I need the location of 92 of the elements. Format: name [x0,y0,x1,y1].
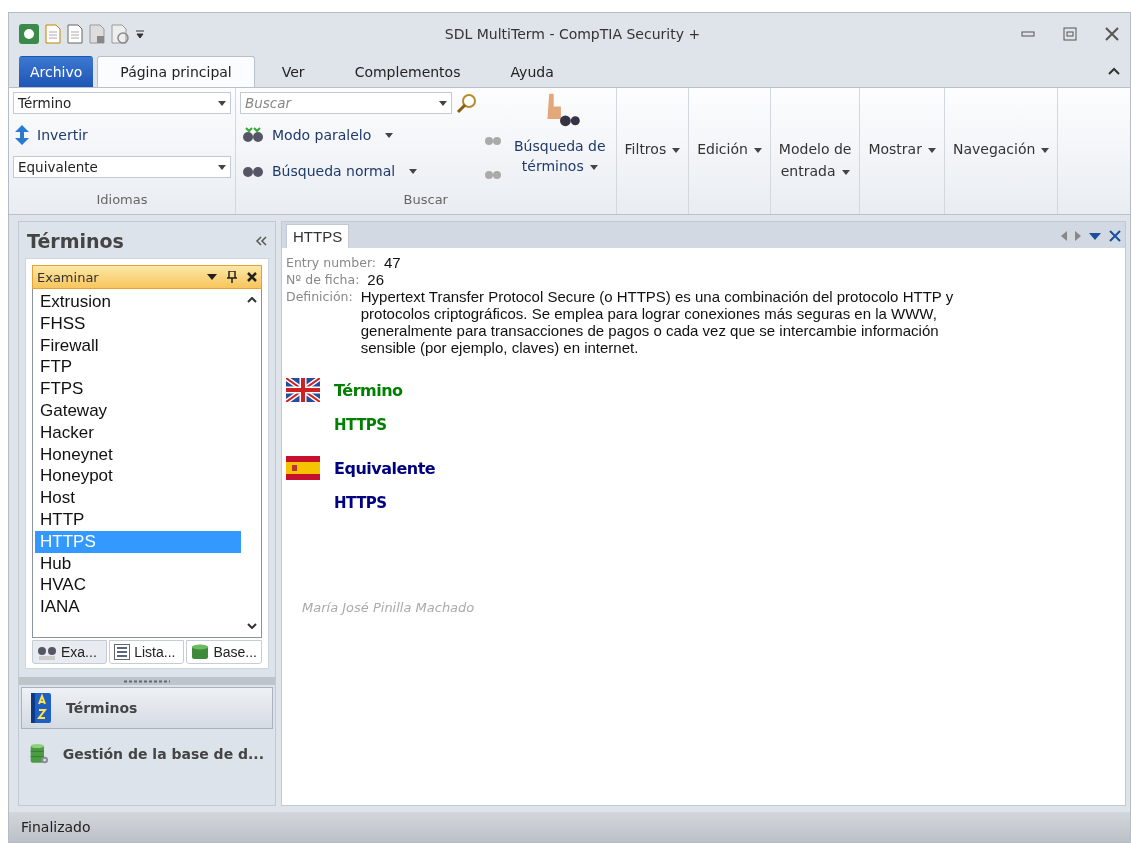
term-list-item[interactable]: FHSS [35,312,241,335]
database-icon [191,644,210,660]
term-list-item[interactable]: Extrusion [35,291,241,313]
invert-button[interactable]: Invertir [13,120,231,150]
term-list-item[interactable]: FTPS [35,378,241,400]
ribbon-tab[interactable]: Página principal [97,56,255,87]
panel-tab[interactable]: Exa... [32,640,108,664]
term-list-item[interactable]: HTTP [35,508,241,531]
navigation-button[interactable]: Gestión de la base de d... [21,733,273,775]
scroll-up-icon[interactable] [247,297,257,303]
term-list-item[interactable]: Gateway [35,400,241,422]
ribbon-tab[interactable]: Ayuda [487,56,577,87]
field-label: Nº de ficha: [286,271,360,288]
caret-icon [841,169,850,175]
window-title: SDL MultiTerm - CompTIA Security + [443,26,702,42]
document-tab[interactable]: HTTPS [286,224,350,248]
ribbon-menu-button[interactable]: Mostrar [860,88,945,214]
binoculars-icon [242,126,264,144]
pin-icon[interactable] [227,271,237,283]
term-list-item[interactable]: Host [35,487,241,509]
caret-icon [218,164,226,170]
close-icon[interactable] [1104,26,1120,42]
term-list-item[interactable]: Hacker [35,421,241,444]
term-list-item[interactable]: Hub [35,552,241,575]
target-language-dropdown[interactable]: Equivalente [13,156,231,178]
caret-icon [753,147,762,153]
navigation-button[interactable]: Términos [21,687,273,729]
group-label: Idiomas [95,192,149,209]
close-icon[interactable] [1109,230,1121,242]
panel-tab[interactable]: Base... [186,640,262,664]
panel-title: Examinar [37,269,100,285]
ribbon-tab[interactable]: Complementos [331,56,484,87]
dropdown-icon[interactable] [207,274,217,280]
caret-icon [439,100,447,106]
uk-flag-icon [286,378,320,402]
field-value: Hypertext Transfer Protocol Secure (o HTTPS) es una combinación del protocolo HTTP y protocolos criptográficos. Se emplea para lograr conexiones más seguras en la WWW, generalmente para transacciones de pagos o cada vez que se intercambie información sensible (por ejemplo, claves) en internet. [360,288,955,356]
caret-icon [1041,147,1050,153]
search-combo-box[interactable]: Buscar [240,92,452,114]
ribbon-tab[interactable]: Ver [258,56,328,87]
source-language-dropdown[interactable]: Término [13,92,231,114]
ribbon-menu-button[interactable]: Modelo de entrada [770,88,861,214]
binoculars-icon [242,164,264,178]
file-tab[interactable]: Archivo [19,56,94,87]
grip-icon [124,679,170,683]
term-list-item[interactable]: Honeypot [35,465,241,488]
term-list-item[interactable]: FTP [35,356,241,379]
term-search-button[interactable]: Búsqueda de términos [508,92,612,192]
search-icon[interactable] [456,92,478,114]
document-icon[interactable] [67,24,83,44]
save-icon[interactable] [89,24,105,44]
term-list-item[interactable]: HVAC [35,574,241,597]
customize-arrow-icon[interactable] [135,28,145,40]
ribbon-menu-button[interactable]: Edición [689,88,771,214]
restore-icon[interactable] [1062,26,1078,42]
parallel-mode-button[interactable]: Modo paralelo [240,120,478,150]
group-label: Buscar [402,192,449,209]
ribbon-menu-button[interactable]: Navegación [944,88,1059,214]
field-value: 26 [367,271,385,288]
term-list-item[interactable]: IANA [35,596,241,618]
normal-search-button[interactable]: Búsqueda normal [240,156,478,186]
field-value: 47 [384,254,401,271]
app-logo-icon[interactable] [19,24,39,44]
pane-title: Términos [27,230,124,252]
author-name: María José Pinilla Machado [302,600,476,615]
search-field[interactable]: Buscar [245,95,425,111]
up-down-arrow-icon [15,125,29,145]
spain-flag-icon [286,456,320,480]
language-heading: Equivalente [334,458,436,478]
collapse-pane-icon[interactable] [255,236,267,246]
book-icon [30,692,52,724]
language-heading: Término [334,380,403,400]
collapse-ribbon-icon[interactable] [1108,67,1120,77]
caret-icon [672,147,681,153]
term-list-item[interactable]: Firewall [35,334,241,357]
term-text: HTTPS [334,494,388,512]
dropdown-icon[interactable] [1089,232,1101,240]
status-text: Finalizado [21,819,91,835]
caret-icon [927,147,936,153]
splitter-handle[interactable] [19,677,275,685]
scroll-down-icon[interactable] [247,623,257,629]
term-list-item[interactable]: Honeynet [35,443,241,466]
caret-icon [385,132,394,138]
caret-icon [218,100,226,106]
caret-icon [409,168,418,174]
field-label: Entry number: [286,254,376,271]
close-icon[interactable] [247,272,257,282]
field-label: Definición: [286,288,353,306]
term-text: HTTPS [334,416,388,434]
ribbon-menu-button[interactable]: Filtros [616,88,690,214]
panel-tab[interactable]: Lista... [109,640,185,664]
caret-icon [589,164,598,170]
list-icon [114,644,131,660]
